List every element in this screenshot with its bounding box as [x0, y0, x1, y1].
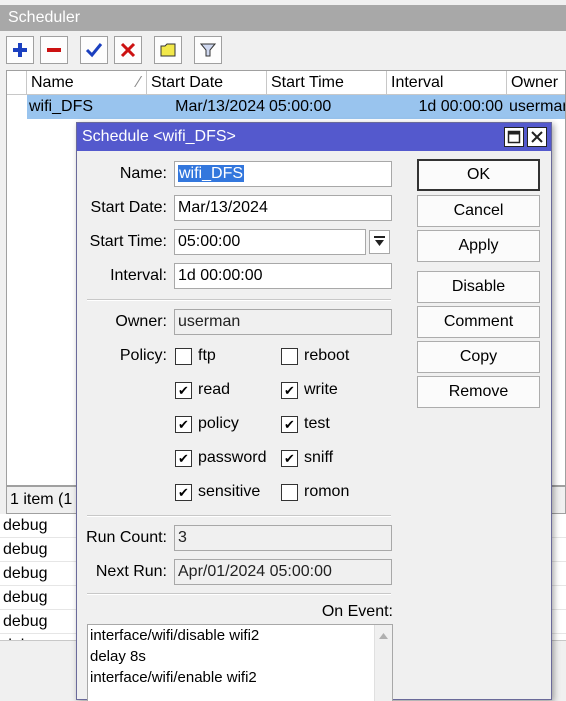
maximize-icon: [507, 130, 521, 144]
policy-password-label: password: [198, 449, 267, 466]
dropdown-arrow-icon: [374, 236, 385, 246]
policy-label: Policy:: [119, 347, 167, 364]
policy-test-checkbox[interactable]: ✔: [281, 416, 298, 433]
check-mark-icon: ✔: [178, 451, 189, 466]
plus-icon: [13, 43, 27, 57]
column-header-start-time[interactable]: Start Time: [267, 71, 387, 95]
remove-button[interactable]: Remove: [417, 376, 540, 408]
table-header-marker: [7, 71, 27, 95]
remove-button[interactable]: [40, 36, 68, 64]
cell-start-time: 05:00:00: [269, 98, 332, 115]
name-field[interactable]: wifi_DFS: [174, 161, 392, 187]
policy-sensitive-checkbox[interactable]: ✔: [175, 484, 192, 501]
filter-icon: [200, 43, 216, 57]
run-count-field: 3: [174, 525, 392, 551]
check-mark-icon: ✔: [284, 451, 295, 466]
copy-button[interactable]: Copy: [417, 341, 540, 373]
script-line: delay 8s: [90, 648, 146, 665]
comment-button[interactable]: Comment: [417, 306, 540, 338]
dialog-title: Schedule <wifi_DFS>: [82, 128, 236, 145]
add-button[interactable]: [6, 36, 34, 64]
run-count-label: Run Count:: [86, 529, 167, 546]
minus-icon: [47, 48, 61, 52]
cancel-button[interactable]: Cancel: [417, 195, 540, 227]
policy-test-label: test: [304, 415, 330, 432]
owner-field: userman: [174, 309, 392, 335]
check-mark-icon: ✔: [178, 383, 189, 398]
cell-owner: userman: [509, 98, 566, 115]
comment-button[interactable]: [154, 36, 182, 64]
policy-sniff-checkbox[interactable]: ✔: [281, 450, 298, 467]
on-event-label: On Event:: [321, 603, 393, 620]
start-time-field[interactable]: 05:00:00: [174, 229, 366, 255]
check-icon: [85, 43, 103, 58]
scroll-up-icon: [379, 633, 388, 639]
maximize-button[interactable]: [504, 127, 524, 147]
column-header-interval[interactable]: Interval: [387, 71, 507, 95]
policy-policy-label: policy: [198, 415, 239, 432]
close-icon: [531, 131, 543, 143]
apply-button[interactable]: Apply: [417, 230, 540, 262]
disable-button[interactable]: Disable: [417, 271, 540, 303]
policy-read-checkbox[interactable]: ✔: [175, 382, 192, 399]
cell-interval: 1d 00:00:00: [418, 98, 503, 115]
next-run-label: Next Run:: [95, 563, 167, 580]
name-label: Name:: [119, 165, 167, 182]
next-run-field: Apr/01/2024 05:00:00: [174, 559, 392, 585]
textarea-scrollbar[interactable]: [374, 625, 392, 701]
close-button[interactable]: [527, 127, 547, 147]
interval-label: Interval:: [110, 267, 167, 284]
script-line: interface/wifi/enable wifi2: [90, 669, 257, 686]
on-event-textarea[interactable]: interface/wifi/disable wifi2 delay 8s in…: [87, 624, 393, 701]
name-value: wifi_DFS: [178, 165, 245, 182]
owner-label: Owner:: [115, 313, 167, 330]
divider: [87, 593, 391, 595]
enable-button[interactable]: [80, 36, 108, 64]
column-header-name[interactable]: Name ⁄: [27, 71, 147, 95]
script-line: interface/wifi/disable wifi2: [90, 627, 260, 644]
check-mark-icon: ✔: [284, 383, 295, 398]
column-header-owner[interactable]: Owner: [507, 71, 565, 95]
divider: [87, 515, 391, 517]
start-date-label: Start Date:: [90, 199, 167, 216]
ok-button[interactable]: OK: [417, 159, 540, 191]
check-mark-icon: ✔: [178, 417, 189, 432]
sort-indicator-icon: ⁄: [137, 74, 140, 91]
schedule-dialog: Schedule <wifi_DFS> Name: wifi_DFS Start…: [76, 122, 552, 701]
policy-write-checkbox[interactable]: ✔: [281, 382, 298, 399]
check-mark-icon: ✔: [284, 417, 295, 432]
policy-ftp-checkbox[interactable]: [175, 348, 192, 365]
toolbar: [0, 31, 566, 69]
check-mark-icon: ✔: [178, 485, 189, 500]
policy-reboot-label: reboot: [304, 347, 350, 364]
policy-password-checkbox[interactable]: ✔: [175, 450, 192, 467]
policy-sniff-label: sniff: [304, 449, 334, 466]
window-title: Scheduler: [0, 5, 566, 31]
start-date-field[interactable]: Mar/13/2024: [174, 195, 392, 221]
interval-field[interactable]: 1d 00:00:00: [174, 263, 392, 289]
start-time-dropdown[interactable]: [369, 230, 390, 254]
policy-romon-label: romon: [304, 483, 350, 500]
note-icon: [160, 43, 176, 57]
disable-button[interactable]: [114, 36, 142, 64]
divider: [87, 299, 391, 301]
filter-button[interactable]: [194, 36, 222, 64]
policy-romon-checkbox[interactable]: [281, 484, 298, 501]
policy-read-label: read: [198, 381, 231, 398]
policy-sensitive-label: sensitive: [198, 483, 261, 500]
cross-icon: [120, 42, 136, 58]
dialog-title-bar[interactable]: Schedule <wifi_DFS>: [77, 123, 551, 151]
column-header-start-date[interactable]: Start Date: [147, 71, 267, 95]
policy-reboot-checkbox[interactable]: [281, 348, 298, 365]
policy-ftp-label: ftp: [198, 347, 216, 364]
policy-policy-checkbox[interactable]: ✔: [175, 416, 192, 433]
start-time-label: Start Time:: [89, 233, 167, 250]
policy-write-label: write: [304, 381, 338, 398]
cell-name: wifi_DFS: [29, 98, 94, 115]
cell-start-date: Mar/13/2024: [175, 98, 265, 115]
